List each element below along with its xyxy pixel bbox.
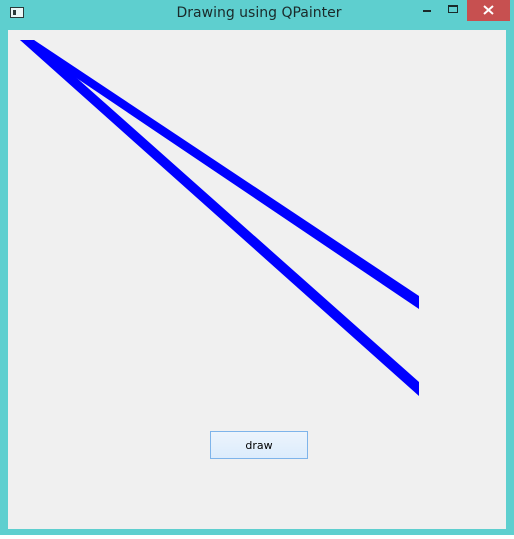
desktop-strip	[0, 535, 514, 539]
line-upper	[20, 40, 419, 309]
line-lower	[20, 40, 419, 396]
draw-button[interactable]: draw	[210, 431, 308, 459]
close-button[interactable]	[467, 0, 510, 21]
app-window: Drawing using QPainter draw	[0, 0, 514, 535]
painted-lines	[20, 40, 419, 396]
title-bar[interactable]: Drawing using QPainter	[0, 0, 514, 30]
minimize-button[interactable]	[414, 0, 440, 21]
main-client-area: draw	[8, 30, 506, 529]
close-icon	[483, 5, 494, 15]
maximize-button[interactable]	[440, 0, 466, 21]
